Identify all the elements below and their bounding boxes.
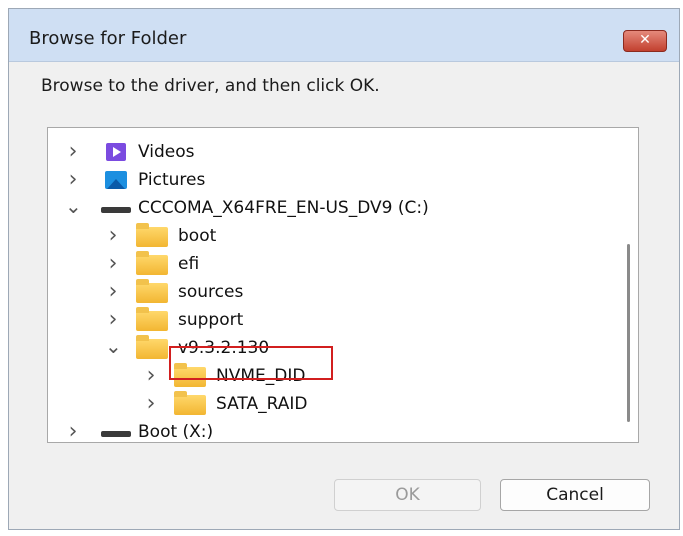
- tree-item-label: efi: [178, 254, 200, 274]
- tree-item-label: SATA_RAID: [216, 394, 308, 414]
- dialog-title: Browse for Folder: [29, 28, 187, 49]
- tree-item-label: support: [178, 310, 244, 330]
- highlight-box: [169, 346, 333, 380]
- chevron-right-icon[interactable]: [105, 222, 121, 250]
- scrollbar-thumb[interactable]: [627, 244, 630, 422]
- tree-item-support[interactable]: support: [48, 306, 620, 334]
- chevron-right-icon[interactable]: [143, 390, 159, 418]
- folder-icon: [136, 223, 168, 247]
- ok-button[interactable]: OK: [334, 479, 481, 511]
- title-bar[interactable]: Browse for Folder ✕: [9, 9, 679, 62]
- tree-item-label: Videos: [138, 142, 195, 162]
- folder-icon: [136, 251, 168, 275]
- tree-item-nvme-did[interactable]: NVME_DID: [48, 362, 620, 390]
- tree-item-sata-raid[interactable]: SATA_RAID: [48, 390, 620, 418]
- close-icon: ✕: [639, 32, 651, 48]
- folder-icon: [136, 335, 168, 359]
- close-button[interactable]: ✕: [623, 30, 667, 52]
- chevron-down-icon[interactable]: [105, 334, 121, 362]
- videos-folder-icon: [106, 143, 126, 161]
- tree-item-label: CCCOMA_X64FRE_EN-US_DV9 (C:): [138, 198, 429, 218]
- pictures-folder-icon: [105, 171, 127, 189]
- tree-item-sources[interactable]: sources: [48, 278, 620, 306]
- tree-item-boot-x[interactable]: Boot (X:): [48, 418, 620, 442]
- drive-icon: [101, 431, 131, 437]
- chevron-right-icon[interactable]: [65, 418, 81, 442]
- tree-item-efi[interactable]: efi: [48, 250, 620, 278]
- browse-for-folder-dialog: Browse for Folder ✕ Browse to the driver…: [8, 8, 680, 530]
- tree-item-label: sources: [178, 282, 244, 302]
- tree-item-videos[interactable]: Videos: [48, 138, 620, 166]
- chevron-down-icon[interactable]: [65, 194, 81, 222]
- tree-item-boot[interactable]: boot: [48, 222, 620, 250]
- chevron-right-icon[interactable]: [65, 138, 81, 166]
- instruction-text: Browse to the driver, and then click OK.: [41, 76, 380, 96]
- tree-item-pictures[interactable]: Pictures: [48, 166, 620, 194]
- tree-item-drive-c[interactable]: CCCOMA_X64FRE_EN-US_DV9 (C:): [48, 194, 620, 222]
- chevron-right-icon[interactable]: [65, 166, 81, 194]
- folder-tree[interactable]: Videos Pictures CCCOMA_X64FRE_EN-US_DV9 …: [47, 127, 639, 443]
- folder-icon: [174, 391, 206, 415]
- tree-item-v9-3-2-130[interactable]: v9.3.2.130: [48, 334, 620, 362]
- folder-icon: [136, 307, 168, 331]
- folder-icon: [136, 279, 168, 303]
- tree-item-label: Boot (X:): [138, 422, 214, 442]
- cancel-button[interactable]: Cancel: [500, 479, 650, 511]
- chevron-right-icon[interactable]: [105, 306, 121, 334]
- vertical-scrollbar[interactable]: [620, 128, 638, 442]
- tree-item-label: boot: [178, 226, 217, 246]
- drive-icon: [101, 207, 131, 213]
- chevron-right-icon[interactable]: [143, 362, 159, 390]
- tree-item-label: Pictures: [138, 170, 206, 190]
- chevron-right-icon[interactable]: [105, 250, 121, 278]
- chevron-right-icon[interactable]: [105, 278, 121, 306]
